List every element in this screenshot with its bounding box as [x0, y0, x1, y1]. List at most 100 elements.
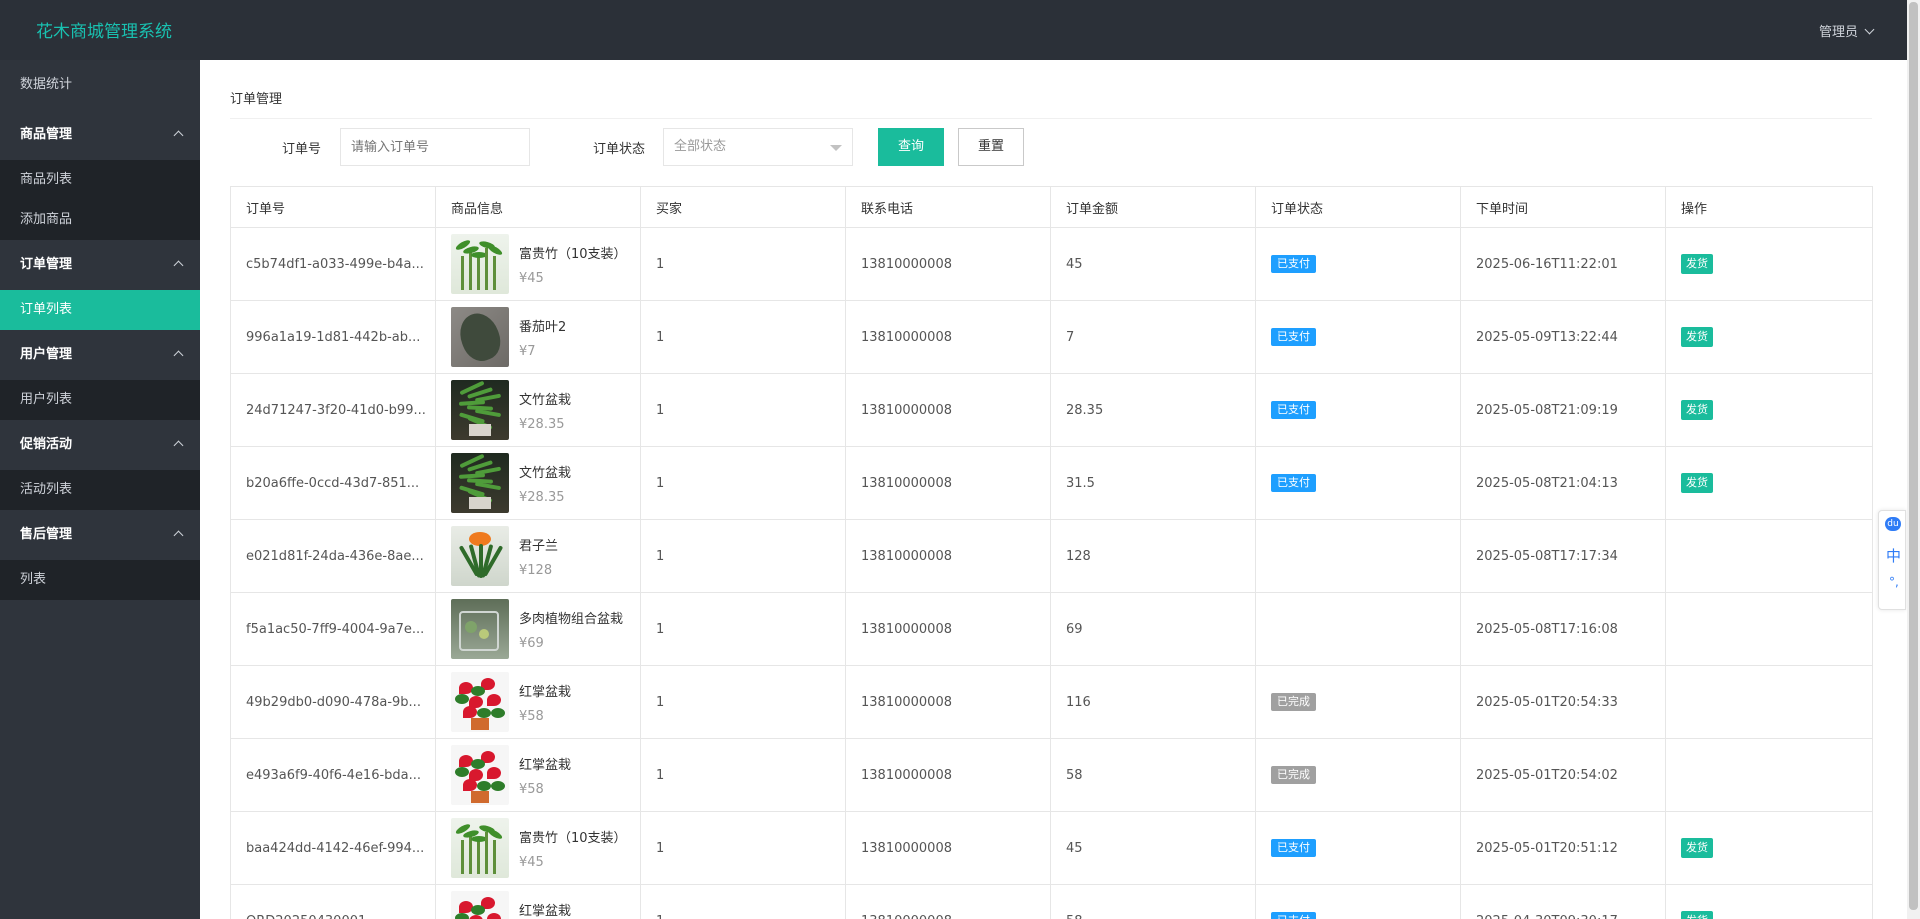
table-row: baa424dd-4142-46ef-994... 富贵竹（10支装） ¥45 … — [230, 811, 1873, 885]
orders-table: 订单号 商品信息 买家 联系电话 订单金额 订单状态 下单时间 操作 c5b74… — [230, 186, 1873, 919]
buyer-cell: 1 — [640, 884, 846, 919]
chevron-up-icon — [173, 130, 184, 141]
table-header-row: 订单号 商品信息 买家 联系电话 订单金额 订单状态 下单时间 操作 — [230, 186, 1873, 228]
product-price: ¥28.35 — [519, 489, 565, 505]
product-price: ¥58 — [519, 781, 544, 797]
product-info: 文竹盆栽 ¥28.35 — [451, 453, 640, 513]
ime-toolbar[interactable]: du 中 °, — [1878, 510, 1906, 610]
sidebar-group-products[interactable]: 商品管理 — [0, 110, 200, 160]
buyer-cell: 1 — [640, 300, 846, 374]
table-row: 49b29db0-d090-478a-9b... 红掌盆栽 ¥58 1 1381… — [230, 665, 1873, 739]
product-name: 君子兰 — [519, 538, 559, 554]
ship-button[interactable]: 发货 — [1681, 911, 1713, 919]
order-no-cell: 996a1a19-1d81-442b-ab... — [230, 300, 436, 374]
column-header-amount: 订单金额 — [1050, 186, 1256, 228]
product-price: ¥28.35 — [519, 416, 565, 432]
status-badge: 已支付 — [1271, 839, 1316, 857]
product-name: 文竹盆栽 — [519, 392, 572, 408]
sidebar-group-label: 售后管理 — [20, 527, 73, 542]
page-scrollbar[interactable] — [1907, 0, 1920, 919]
order-no-cell: baa424dd-4142-46ef-994... — [230, 811, 436, 885]
sidebar-item-order-list[interactable]: 订单列表 — [0, 290, 200, 330]
status-cell: 已完成 — [1255, 665, 1461, 739]
status-cell: 已支付 — [1255, 446, 1461, 520]
column-header-order-no: 订单号 — [230, 186, 436, 228]
column-header-buyer: 买家 — [640, 186, 846, 228]
product-info: 文竹盆栽 ¥28.35 — [451, 380, 640, 440]
chevron-up-icon — [173, 530, 184, 541]
order-no-cell: e493a6f9-40f6-4e16-bda... — [230, 738, 436, 812]
phone-cell: 13810000008 — [845, 592, 1051, 666]
buyer-cell: 1 — [640, 592, 846, 666]
amount-cell: 28.35 — [1050, 373, 1256, 447]
sidebar-group-users[interactable]: 用户管理 — [0, 330, 200, 380]
product-text: 君子兰 ¥128 — [519, 535, 558, 578]
phone-cell: 13810000008 — [845, 446, 1051, 520]
phone-cell: 13810000008 — [845, 227, 1051, 301]
sidebar-group-orders[interactable]: 订单管理 — [0, 240, 200, 290]
phone-cell: 13810000008 — [845, 519, 1051, 593]
ime-language-toggle[interactable]: 中 — [1886, 545, 1901, 566]
product-name: 红掌盆栽 — [519, 684, 572, 700]
ime-punctuation-toggle[interactable]: °, — [1889, 575, 1899, 589]
sidebar-item-after-sales-list[interactable]: 列表 — [0, 560, 200, 600]
reset-button[interactable]: 重置 — [958, 128, 1024, 166]
sidebar-group-promotions[interactable]: 促销活动 — [0, 420, 200, 470]
sidebar-item-activity-list[interactable]: 活动列表 — [0, 470, 200, 510]
product-thumbnail — [451, 672, 509, 732]
time-cell: 2025-06-16T11:22:01 — [1460, 227, 1666, 301]
sidebar-group-after-sales[interactable]: 售后管理 — [0, 510, 200, 560]
ime-logo-icon[interactable]: du — [1885, 517, 1901, 531]
phone-cell: 13810000008 — [845, 811, 1051, 885]
order-status-select[interactable]: 全部状态 — [663, 128, 853, 166]
product-thumbnail — [451, 307, 509, 367]
phone-cell: 13810000008 — [845, 884, 1051, 919]
product-info: 富贵竹（10支装） ¥45 — [451, 234, 640, 294]
product-thumbnail — [451, 234, 509, 294]
table-row: ORD20250430001 红掌盆栽 ¥58 1 13810000008 58… — [230, 884, 1873, 919]
status-badge: 已支付 — [1271, 401, 1316, 419]
admin-user-menu[interactable]: 管理员 — [1819, 21, 1875, 40]
amount-cell: 45 — [1050, 811, 1256, 885]
sidebar-item-stats[interactable]: 数据统计 — [0, 60, 200, 110]
product-name: 富贵竹（10支装） — [519, 830, 627, 846]
status-badge: 已完成 — [1271, 766, 1316, 784]
ship-button[interactable]: 发货 — [1681, 327, 1713, 347]
product-cell: 富贵竹（10支装） ¥45 — [435, 227, 641, 301]
sidebar-group-label: 商品管理 — [20, 127, 73, 142]
query-button[interactable]: 查询 — [878, 128, 944, 166]
time-cell: 2025-05-08T17:16:08 — [1460, 592, 1666, 666]
product-cell: 文竹盆栽 ¥28.35 — [435, 373, 641, 447]
table-row: f5a1ac50-7ff9-4004-9a7e... 多肉植物组合盆栽 ¥69 … — [230, 592, 1873, 666]
product-price: ¥45 — [519, 854, 544, 870]
amount-cell: 31.5 — [1050, 446, 1256, 520]
ship-button[interactable]: 发货 — [1681, 400, 1713, 420]
sidebar-item-product-list[interactable]: 商品列表 — [0, 160, 200, 200]
order-no-input[interactable] — [340, 128, 530, 166]
product-info: 番茄叶2 ¥7 — [451, 307, 640, 367]
column-header-time: 下单时间 — [1460, 186, 1666, 228]
phone-cell: 13810000008 — [845, 300, 1051, 374]
amount-cell: 45 — [1050, 227, 1256, 301]
top-header: 花木商城管理系统 管理员 — [0, 0, 1907, 60]
ship-button[interactable]: 发货 — [1681, 838, 1713, 858]
product-thumbnail — [451, 453, 509, 513]
product-info: 红掌盆栽 ¥58 — [451, 672, 640, 732]
phone-cell: 13810000008 — [845, 373, 1051, 447]
scrollbar-thumb[interactable] — [1909, 2, 1918, 910]
action-cell: 发货 — [1665, 300, 1873, 374]
product-info: 多肉植物组合盆栽 ¥69 — [451, 599, 640, 659]
product-info: 君子兰 ¥128 — [451, 526, 640, 586]
sidebar-item-user-list[interactable]: 用户列表 — [0, 380, 200, 420]
ship-button[interactable]: 发货 — [1681, 473, 1713, 493]
product-name: 番茄叶2 — [519, 319, 567, 335]
product-name: 富贵竹（10支装） — [519, 246, 627, 262]
product-price: ¥7 — [519, 343, 536, 359]
sidebar-item-add-product[interactable]: 添加商品 — [0, 200, 200, 240]
main-content: 订单管理 订单号 订单状态 全部状态 查询 重置 订单号 商品信息 买家 联系电… — [200, 60, 1907, 919]
action-cell — [1665, 592, 1873, 666]
product-text: 番茄叶2 ¥7 — [519, 316, 566, 359]
ship-button[interactable]: 发货 — [1681, 254, 1713, 274]
app-title[interactable]: 花木商城管理系统 — [36, 17, 172, 42]
time-cell: 2025-05-01T20:51:12 — [1460, 811, 1666, 885]
